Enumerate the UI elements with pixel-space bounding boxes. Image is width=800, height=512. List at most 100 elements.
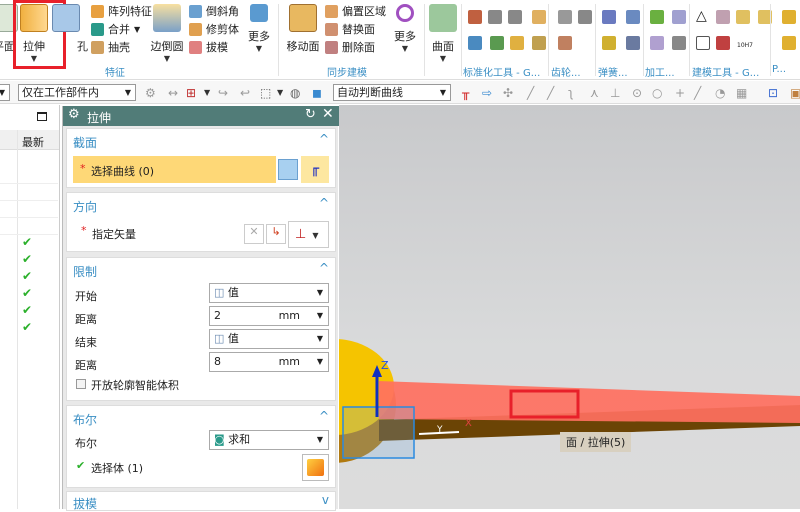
vector-type-dropdown[interactable]: ⊥ ▼ xyxy=(288,221,329,248)
group-p[interactable]: P... xyxy=(772,64,786,75)
section-title[interactable]: 截面 xyxy=(73,134,97,151)
chevron-up-icon[interactable]: ^ xyxy=(319,409,329,423)
section-panel: 截面 ^ * 选择曲线 (0) ╓ xyxy=(66,128,336,188)
check-icon: ✔ xyxy=(22,303,33,317)
more-feature-button[interactable]: 更多 ▼ xyxy=(237,2,281,53)
trim-body-label: 修剪体 xyxy=(206,23,239,36)
unite-icon: ◙ xyxy=(214,433,229,446)
offset-region-button[interactable]: 偏置区域 xyxy=(325,2,386,20)
hole-button[interactable]: 孔 xyxy=(44,2,88,54)
end-distance-value: 8 xyxy=(214,355,221,368)
snap-icon[interactable]: ⊞ xyxy=(186,86,196,100)
unite-button[interactable]: 合并 ▼ xyxy=(91,20,140,38)
group-gear[interactable]: 齿轮... xyxy=(551,64,581,79)
end-distance-input[interactable]: 8 mm ▼ xyxy=(209,352,329,372)
check-icon: ✔ xyxy=(22,269,33,283)
boolean-panel: 布尔 ^ 布尔 ◙ 求和 ▼ ✔ 选择体 (1) xyxy=(66,405,336,488)
end-dropdown[interactable]: ◫ 值 ▼ xyxy=(209,329,329,349)
chevron-up-icon[interactable]: ^ xyxy=(319,261,329,275)
draft-button[interactable]: 拔模 xyxy=(189,38,228,56)
select-curve-field[interactable]: * 选择曲线 (0) xyxy=(73,156,276,183)
start-distance-input[interactable]: 2 mm ▼ xyxy=(209,306,329,326)
boolean-title[interactable]: 布尔 xyxy=(73,411,97,428)
end-distance-label: 距离 xyxy=(75,359,97,372)
move-face-button[interactable]: 移动面 xyxy=(281,2,325,54)
z-axis-label: Z xyxy=(381,359,389,372)
close-icon[interactable]: ✕ xyxy=(322,106,334,122)
select-body-button[interactable] xyxy=(302,454,329,481)
boolean-label: 布尔 xyxy=(75,437,97,450)
reverse-direction-button[interactable]: ✕ xyxy=(244,224,264,244)
check-icon: ✔ xyxy=(76,459,86,472)
check-icon: ✔ xyxy=(22,252,33,266)
hole-label: 孔 xyxy=(77,40,88,53)
curve-rule-dropdown[interactable]: 自动判断曲线 ▼ xyxy=(333,84,451,101)
hole-icon xyxy=(52,4,80,32)
direction-title[interactable]: 方向 xyxy=(73,198,97,215)
start-label: 开始 xyxy=(75,290,97,303)
limits-title[interactable]: 限制 xyxy=(73,263,97,280)
chevron-up-icon[interactable]: ^ xyxy=(319,196,329,210)
box-select-icon[interactable]: ⬚ xyxy=(260,86,271,100)
chamfer-button[interactable]: 倒斜角 xyxy=(189,2,239,20)
feature-group-label: 特征 xyxy=(105,68,125,79)
group-modeling-tools[interactable]: 建模工具 - G... xyxy=(692,64,759,79)
maximize-icon[interactable] xyxy=(37,112,47,121)
unit-label: mm xyxy=(278,355,300,368)
required-mark: * xyxy=(81,224,87,237)
group-machining[interactable]: 加工... xyxy=(645,64,675,79)
dialog-header: ⚙ 拉伸 ↻ ✕ xyxy=(63,106,339,126)
replace-face-button[interactable]: 替换面 xyxy=(325,20,375,38)
latest-column-header[interactable]: 最新 xyxy=(22,134,44,150)
unite-label: 合并 xyxy=(108,23,130,36)
boolean-value: 求和 xyxy=(228,433,251,446)
trim-body-button[interactable]: 修剪体 xyxy=(189,20,239,38)
boolean-dropdown[interactable]: ◙ 求和 ▼ xyxy=(209,430,329,450)
sync-group-label: 同步建模 xyxy=(327,68,367,79)
gear-icon: ⚙ xyxy=(68,107,80,122)
snap-point-icon[interactable]: ╥ xyxy=(462,86,469,100)
start-dropdown[interactable]: ◫ 值 ▼ xyxy=(209,283,329,303)
x-axis-label: X xyxy=(465,418,472,429)
limits-panel: 限制 ^ 开始 ◫ 值 ▼ 距离 2 mm ▼ 结束 ◫ 值 ▼ 距离 8 mm ▼ 开放轮廓… xyxy=(66,257,336,401)
draft-title[interactable]: 拔模 xyxy=(73,495,97,512)
direction-panel: 方向 ^ * 指定矢量 ✕ ↳ ⊥ ▼ xyxy=(66,192,336,252)
shell-button[interactable]: 抽壳 xyxy=(91,38,130,56)
y-axis-label: Y xyxy=(437,425,443,435)
open-profile-checkbox[interactable] xyxy=(76,379,86,389)
extrude-preview xyxy=(379,381,800,423)
graphics-viewport[interactable]: Z Y X 面 / 拉伸(5) xyxy=(339,105,800,509)
scope-dropdown[interactable]: 仅在工作部件内 ▼ xyxy=(18,84,136,101)
sketch-section-button[interactable] xyxy=(278,159,298,180)
reset-icon[interactable]: ↻ xyxy=(305,107,316,122)
offset-region-label: 偏置区域 xyxy=(342,5,386,18)
chevron-down-icon[interactable]: v xyxy=(322,493,329,507)
select-body-label: 选择体 (1) xyxy=(91,462,144,475)
chevron-up-icon[interactable]: ^ xyxy=(319,132,329,146)
cube-icon: ◫ xyxy=(214,332,228,345)
edge-blend-button[interactable]: 边倒圆 ▼ xyxy=(145,2,189,63)
group-spring[interactable]: 弹簧... xyxy=(598,64,628,79)
pattern-button[interactable]: 阵列特征 xyxy=(91,2,152,20)
vector-dialog-button[interactable]: ↳ xyxy=(266,224,286,244)
curve-button[interactable]: ╓ xyxy=(301,156,329,183)
start-distance-label: 距离 xyxy=(75,313,97,326)
move-face-label: 移动面 xyxy=(286,40,320,53)
delete-face-button[interactable]: 删除面 xyxy=(325,38,375,56)
selection-toolbar: ▼ 仅在工作部件内 ▼ ⚙ ↔ ⊞ ▼ ↪ ↩ ⬚ ▼ ◍ ◼ 自动判断曲线 ▼ ╥ ⇨ ✣ ╱… xyxy=(0,81,800,104)
surface-button[interactable]: 曲面 ▼ xyxy=(421,2,465,63)
check-icon: ✔ xyxy=(22,235,33,249)
filter-dropdown[interactable]: ▼ xyxy=(0,84,10,101)
tolerance-label: 10H7 xyxy=(737,42,753,49)
group-standard-tools[interactable]: 标准化工具 - G... xyxy=(463,64,540,79)
draft-panel: 拔模 v xyxy=(66,491,336,511)
required-mark: * xyxy=(80,162,86,175)
delete-face-label: 删除面 xyxy=(342,41,375,54)
triangle-icon[interactable]: △ xyxy=(696,8,707,24)
zoom-fit-icon[interactable]: ⊡ xyxy=(768,86,778,100)
dialog-title: 拉伸 xyxy=(87,111,112,125)
open-profile-label: 开放轮廓智能体积 xyxy=(91,379,179,392)
shell-label: 抽壳 xyxy=(108,41,130,54)
start-distance-value: 2 xyxy=(214,309,221,322)
replace-face-label: 替换面 xyxy=(342,23,375,36)
